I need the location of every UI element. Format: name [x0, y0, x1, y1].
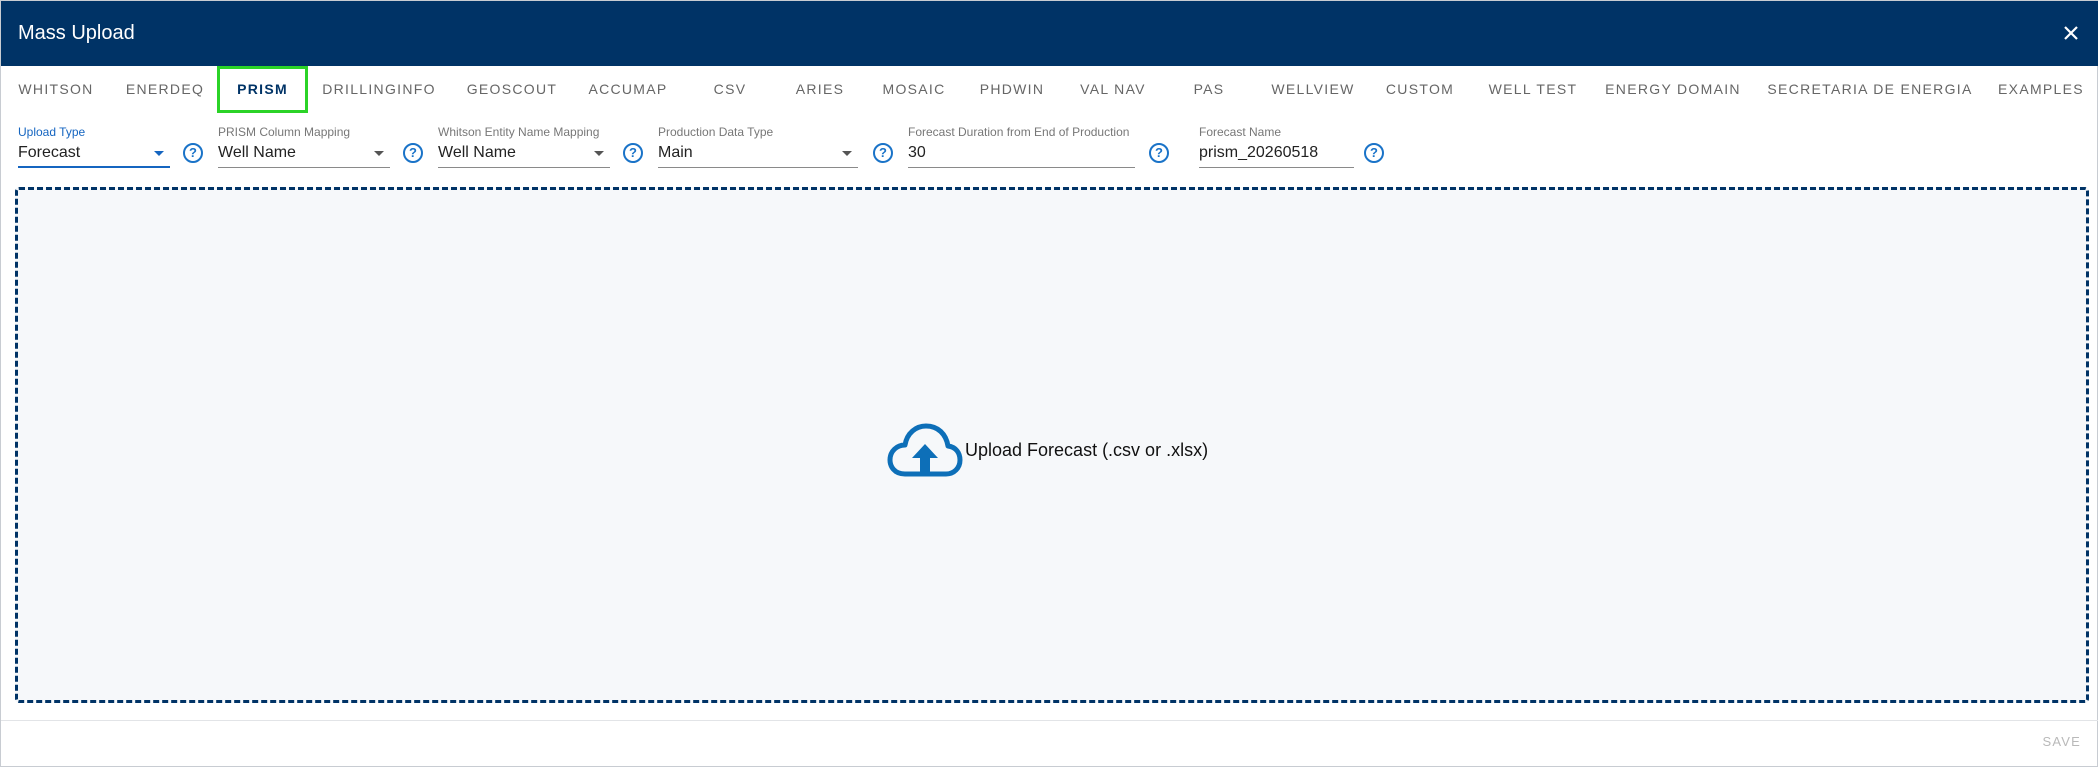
- tab-mosaic[interactable]: MOSAIC: [871, 66, 957, 113]
- tab-csv[interactable]: CSV: [697, 66, 763, 113]
- upload-prompt-text: Upload Forecast (.csv or .xlsx): [965, 439, 1209, 460]
- upload-type-value-box[interactable]: Forecast: [18, 142, 170, 168]
- production-data-type-help-icon[interactable]: ?: [873, 143, 893, 163]
- production-data-type-value: Main: [658, 144, 693, 161]
- forecast-duration-input[interactable]: Forecast Duration from End of Production…: [908, 125, 1135, 168]
- dialog-header: Mass Upload: [1, 1, 2098, 66]
- dropdown-arrow-icon[interactable]: [374, 151, 384, 156]
- tab-well-test[interactable]: WELL TEST: [1481, 66, 1585, 113]
- tab-accumap[interactable]: ACCUMAP: [577, 66, 679, 113]
- entity-name-mapping-select[interactable]: Whitson Entity Name Mapping Well Name: [438, 125, 610, 168]
- tab-energy-domain[interactable]: ENERGY DOMAIN: [1601, 66, 1745, 113]
- production-data-type-label: Production Data Type: [658, 125, 774, 139]
- forecast-name-input[interactable]: Forecast Name prism_20260518: [1199, 125, 1354, 168]
- prism-column-mapping-value-box[interactable]: Well Name: [218, 142, 390, 168]
- production-data-type-value-box[interactable]: Main: [658, 142, 858, 168]
- entity-name-mapping-value: Well Name: [438, 144, 516, 161]
- source-tabs: WHITSON ENERDEQ PRISM DRILLINGINFO GEOSC…: [1, 66, 2098, 114]
- entity-name-mapping-value-box[interactable]: Well Name: [438, 142, 610, 168]
- tab-wellview[interactable]: WELLVIEW: [1263, 66, 1363, 113]
- forecast-duration-label: Forecast Duration from End of Production: [908, 125, 1130, 139]
- forecast-name-help-icon[interactable]: ?: [1364, 143, 1384, 163]
- forecast-duration-value-box[interactable]: 30: [908, 142, 1135, 168]
- production-data-type-select[interactable]: Production Data Type Main: [658, 125, 858, 168]
- upload-prompt[interactable]: Upload Forecast (.csv or .xlsx): [887, 420, 1208, 480]
- forecast-duration-value: 30: [908, 144, 926, 161]
- forecast-name-value-box[interactable]: prism_20260518: [1199, 142, 1354, 168]
- tab-secretaria-de-energia[interactable]: SECRETARIA DE ENERGIA: [1765, 66, 1975, 113]
- tab-enerdeq[interactable]: ENERDEQ: [117, 66, 213, 113]
- upload-type-help-icon[interactable]: ?: [183, 143, 203, 163]
- footer-divider: [1, 720, 2098, 721]
- tab-phdwin[interactable]: PHDWIN: [969, 66, 1055, 113]
- mass-upload-dialog: Mass Upload WHITSON ENERDEQ PRISM DRILLI…: [0, 0, 2098, 767]
- tab-drillinginfo[interactable]: DRILLINGINFO: [313, 66, 445, 113]
- forecast-duration-help-icon[interactable]: ?: [1149, 143, 1169, 163]
- prism-column-mapping-select[interactable]: PRISM Column Mapping Well Name: [218, 125, 390, 168]
- forecast-name-label: Forecast Name: [1199, 125, 1282, 139]
- tab-whitson[interactable]: WHITSON: [3, 66, 109, 113]
- forecast-name-value: prism_20260518: [1199, 144, 1319, 161]
- tab-examples[interactable]: EXAMPLES: [1993, 66, 2089, 113]
- upload-type-select[interactable]: Upload Type Forecast: [18, 125, 170, 168]
- tab-prism[interactable]: PRISM: [217, 66, 308, 113]
- tab-custom[interactable]: CUSTOM: [1375, 66, 1465, 113]
- file-dropzone[interactable]: Upload Forecast (.csv or .xlsx): [15, 187, 2089, 703]
- dropdown-arrow-icon[interactable]: [594, 151, 604, 156]
- dropdown-arrow-icon[interactable]: [154, 151, 164, 156]
- tab-pas[interactable]: PAS: [1179, 66, 1239, 113]
- tab-val-nav[interactable]: VAL NAV: [1067, 66, 1159, 113]
- dialog-title: Mass Upload: [18, 22, 135, 44]
- tab-aries[interactable]: ARIES: [781, 66, 859, 113]
- entity-name-mapping-label: Whitson Entity Name Mapping: [438, 125, 600, 139]
- cloud-upload-icon: [887, 423, 963, 477]
- upload-type-value: Forecast: [18, 144, 81, 161]
- prism-column-mapping-label: PRISM Column Mapping: [218, 125, 351, 139]
- tab-geoscout[interactable]: GEOSCOUT: [457, 66, 567, 113]
- save-button[interactable]: SAVE: [2042, 734, 2081, 749]
- upload-type-label: Upload Type: [18, 125, 86, 139]
- entity-name-mapping-help-icon[interactable]: ?: [623, 143, 643, 163]
- close-icon[interactable]: [2057, 19, 2085, 47]
- prism-column-mapping-help-icon[interactable]: ?: [403, 143, 423, 163]
- prism-column-mapping-value: Well Name: [218, 144, 296, 161]
- dropdown-arrow-icon[interactable]: [842, 151, 852, 156]
